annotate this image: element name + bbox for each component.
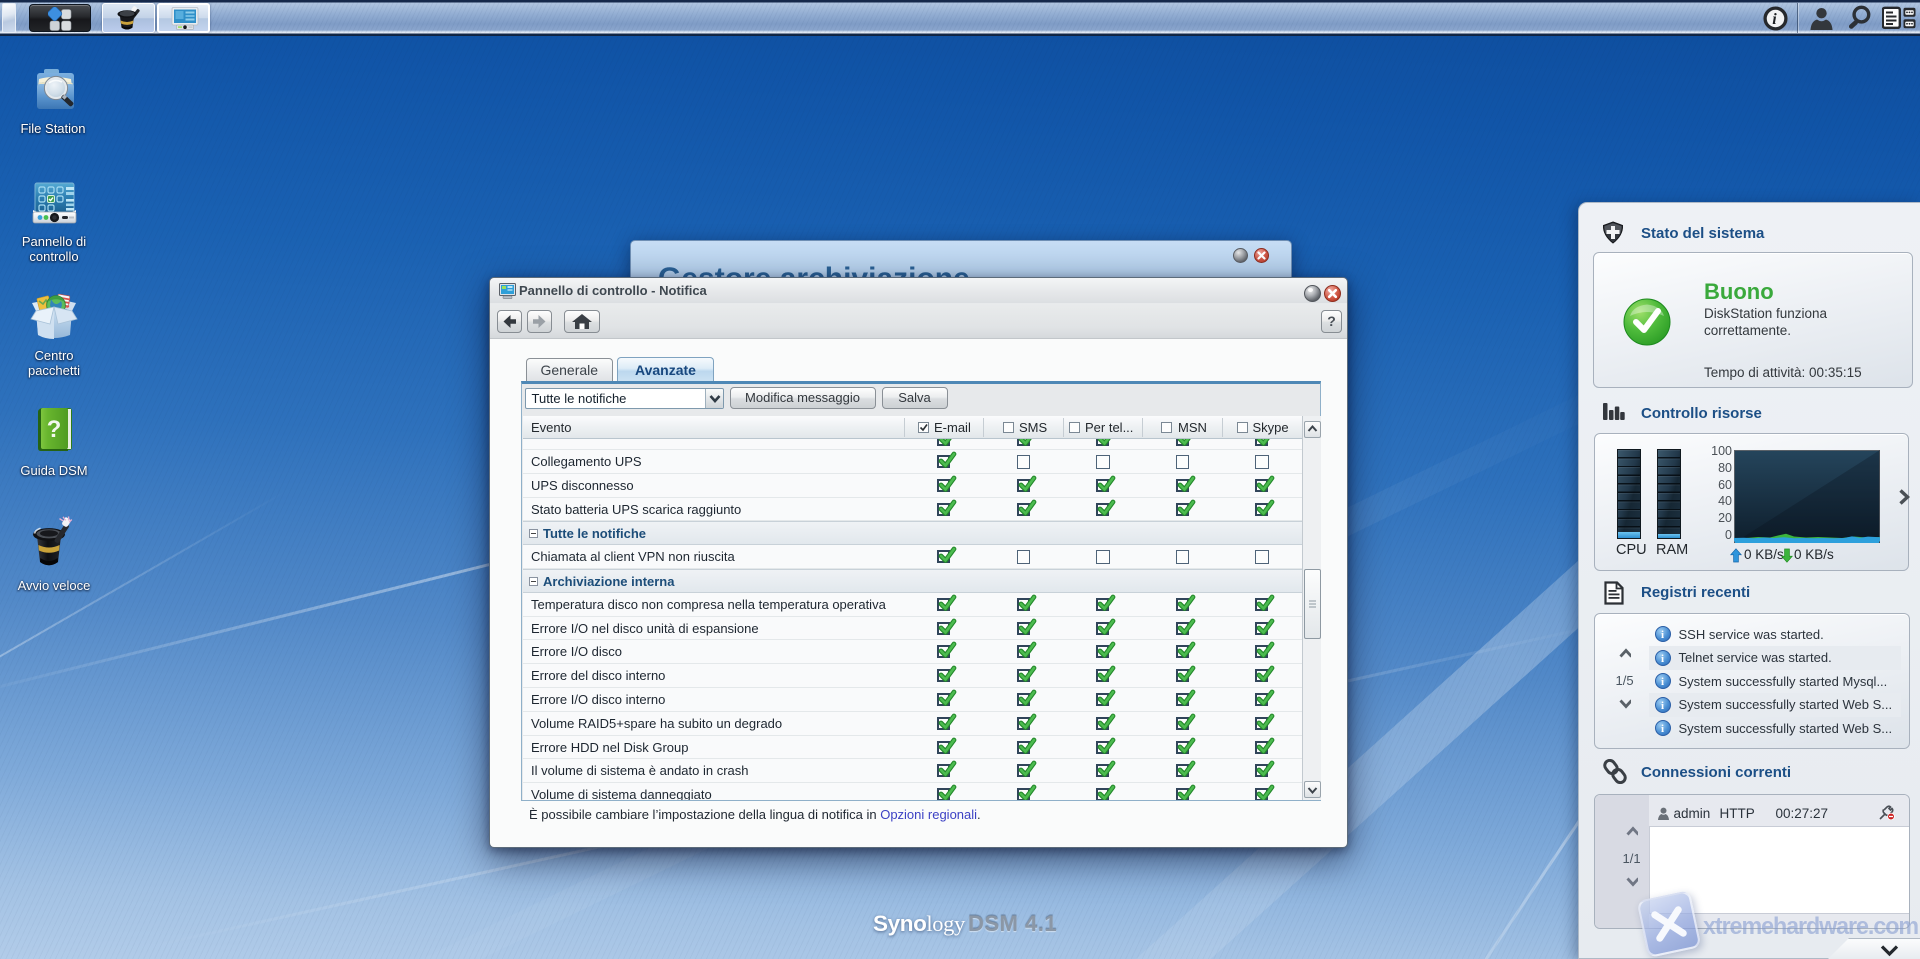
svg-text:i: i xyxy=(1772,11,1777,28)
svg-text:?: ? xyxy=(47,416,62,443)
